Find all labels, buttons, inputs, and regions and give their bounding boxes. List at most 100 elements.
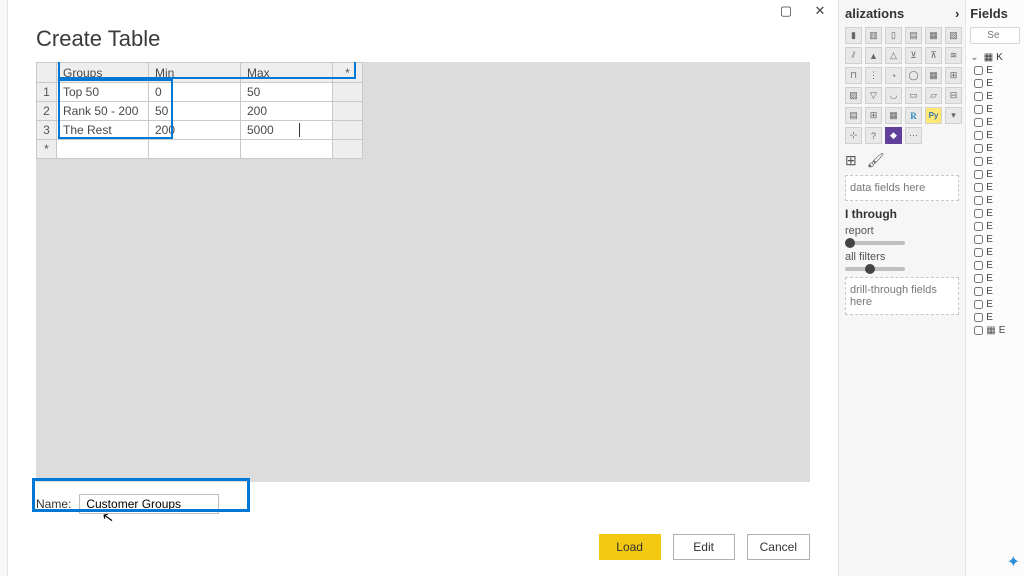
table-row-new[interactable]: *: [37, 140, 363, 159]
load-button[interactable]: Load: [599, 534, 661, 560]
col-header-groups[interactable]: Groups: [57, 63, 149, 83]
field-item[interactable]: E: [970, 221, 1020, 232]
table-icon[interactable]: ⊞: [865, 107, 882, 124]
field-checkbox[interactable]: [974, 326, 983, 335]
treemap-icon[interactable]: ▦: [925, 67, 942, 84]
field-checkbox[interactable]: [974, 131, 983, 140]
stacked-area-icon[interactable]: △: [885, 47, 902, 64]
field-checkbox[interactable]: [974, 105, 983, 114]
field-checkbox[interactable]: [974, 222, 983, 231]
col-header-max[interactable]: Max: [241, 63, 333, 83]
field-checkbox[interactable]: [974, 183, 983, 192]
waterfall-icon[interactable]: ⊓: [845, 67, 862, 84]
cell-groups[interactable]: Rank 50 - 200: [57, 102, 149, 121]
cell-min[interactable]: 0: [149, 83, 241, 102]
field-checkbox[interactable]: [974, 170, 983, 179]
table-node[interactable]: ⌄ ▦ K: [970, 52, 1020, 63]
funnel-icon[interactable]: ▽: [865, 87, 882, 104]
cell-max[interactable]: 50: [241, 83, 333, 102]
field-checkbox[interactable]: [974, 313, 983, 322]
field-checkbox[interactable]: [974, 274, 983, 283]
multi-card-icon[interactable]: ▱: [925, 87, 942, 104]
field-item[interactable]: E: [970, 260, 1020, 271]
qa-icon[interactable]: ?: [865, 127, 882, 144]
field-item[interactable]: E: [970, 104, 1020, 115]
field-checkbox[interactable]: [974, 118, 983, 127]
line-column-2-icon[interactable]: ⊼: [925, 47, 942, 64]
matrix-icon[interactable]: ▦: [885, 107, 902, 124]
cell-empty[interactable]: [57, 140, 149, 159]
field-item[interactable]: E: [970, 169, 1020, 180]
import-visual-icon[interactable]: ⋯: [905, 127, 922, 144]
cell-min[interactable]: 200: [149, 121, 241, 140]
field-checkbox[interactable]: [974, 196, 983, 205]
ribbon-icon[interactable]: ≋: [945, 47, 962, 64]
table-row[interactable]: 2 Rank 50 - 200 50 200: [37, 102, 363, 121]
map-icon[interactable]: ⊞: [945, 67, 962, 84]
field-item[interactable]: E: [970, 247, 1020, 258]
table-name-input[interactable]: [79, 494, 219, 514]
field-checkbox[interactable]: [974, 144, 983, 153]
field-checkbox[interactable]: [974, 209, 983, 218]
filled-map-icon[interactable]: ▨: [845, 87, 862, 104]
field-checkbox[interactable]: [974, 300, 983, 309]
collapse-chevron-icon[interactable]: ›: [955, 6, 959, 21]
field-item[interactable]: E: [970, 91, 1020, 102]
stacked-100-column-icon[interactable]: ▧: [945, 27, 962, 44]
donut-icon[interactable]: ◯: [905, 67, 922, 84]
field-checkbox[interactable]: [974, 157, 983, 166]
field-item[interactable]: E: [970, 143, 1020, 154]
fields-search-input[interactable]: [970, 27, 1020, 44]
field-item[interactable]: E: [970, 208, 1020, 219]
card-icon[interactable]: ▭: [905, 87, 922, 104]
cell-max[interactable]: 200: [241, 102, 333, 121]
pie-icon[interactable]: ◔: [885, 67, 902, 84]
cell-empty[interactable]: [241, 140, 333, 159]
cell-max-editing[interactable]: 5000: [241, 121, 333, 140]
help-icon[interactable]: ✦: [1007, 552, 1020, 572]
line-column-icon[interactable]: ⊻: [905, 47, 922, 64]
field-checkbox[interactable]: [974, 79, 983, 88]
table-row[interactable]: 3 The Rest 200 5000: [37, 121, 363, 140]
field-item[interactable]: E: [970, 156, 1020, 167]
field-item[interactable]: E: [970, 286, 1020, 297]
input-table[interactable]: Groups Min Max * 1 Top 50 0 50: [36, 62, 363, 159]
col-header-min[interactable]: Min: [149, 63, 241, 83]
field-checkbox[interactable]: [974, 248, 983, 257]
clustered-bar-icon[interactable]: ▥: [865, 27, 882, 44]
field-item[interactable]: E: [970, 117, 1020, 128]
col-header-add[interactable]: *: [333, 63, 363, 83]
field-item[interactable]: ▦E: [970, 325, 1020, 336]
slicer-icon[interactable]: ▤: [845, 107, 862, 124]
cell-empty[interactable]: [149, 140, 241, 159]
cross-report-toggle[interactable]: [845, 241, 905, 245]
values-drop-area[interactable]: data fields here: [845, 175, 959, 201]
keep-filters-toggle[interactable]: [845, 267, 905, 271]
python-visual-icon[interactable]: Py: [925, 107, 942, 124]
field-item[interactable]: E: [970, 195, 1020, 206]
area-chart-icon[interactable]: ▲: [865, 47, 882, 64]
cell-groups[interactable]: The Rest: [57, 121, 149, 140]
edit-button[interactable]: Edit: [673, 534, 735, 560]
scatter-icon[interactable]: ⋮: [865, 67, 882, 84]
drillthrough-drop-area[interactable]: drill-through fields here: [845, 277, 959, 315]
field-checkbox[interactable]: [974, 287, 983, 296]
powerapps-icon[interactable]: ◆: [885, 127, 902, 144]
field-checkbox[interactable]: [974, 235, 983, 244]
field-checkbox[interactable]: [974, 92, 983, 101]
stacked-column-icon[interactable]: ▯: [885, 27, 902, 44]
table-row[interactable]: 1 Top 50 0 50: [37, 83, 363, 102]
clustered-column-icon[interactable]: ▤: [905, 27, 922, 44]
field-item[interactable]: E: [970, 130, 1020, 141]
kpi-icon[interactable]: ⊟: [945, 87, 962, 104]
field-checkbox[interactable]: [974, 261, 983, 270]
maximize-icon[interactable]: ▢: [772, 1, 800, 21]
field-item[interactable]: E: [970, 182, 1020, 193]
stacked-100-bar-icon[interactable]: ▦: [925, 27, 942, 44]
r-visual-icon[interactable]: R: [905, 107, 922, 124]
format-brush-icon[interactable]: 🖌: [867, 152, 885, 169]
cell-min[interactable]: 50: [149, 102, 241, 121]
stacked-bar-icon[interactable]: ▮: [845, 27, 862, 44]
cell-groups[interactable]: Top 50: [57, 83, 149, 102]
close-icon[interactable]: ✕: [806, 1, 834, 21]
